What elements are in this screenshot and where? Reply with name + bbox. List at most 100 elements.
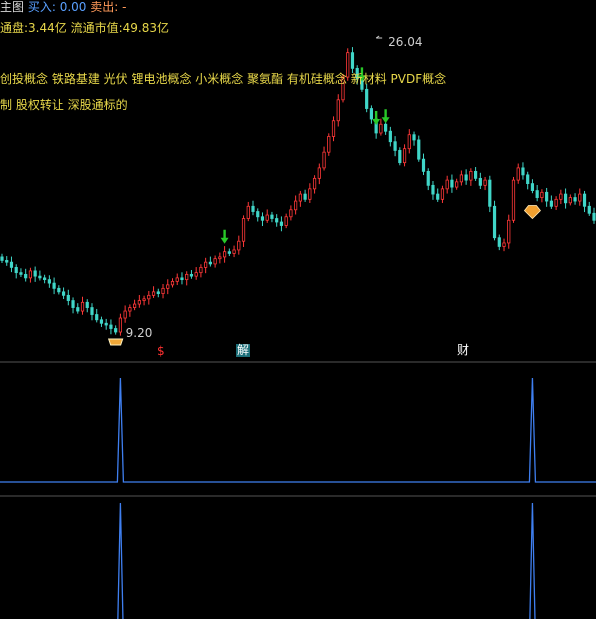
candle-up (185, 273, 189, 281)
candle-down (9, 261, 14, 268)
candle-up (502, 242, 506, 247)
buy-value: 0.00 (59, 0, 87, 14)
chart-title[interactable]: 主图 (0, 0, 24, 14)
candle-down (256, 211, 260, 218)
candle-up (440, 188, 445, 200)
indicator-line-1 (0, 377, 596, 483)
sell-label: 卖出: (90, 0, 119, 14)
candle-up (194, 272, 198, 277)
candle-up (507, 219, 511, 244)
candle-up (246, 205, 250, 219)
candle-up (459, 174, 463, 183)
candle-up (232, 249, 236, 254)
candle-up (161, 287, 165, 294)
candle-up (170, 280, 175, 286)
candle-up (175, 277, 179, 282)
candlestick-series (0, 47, 596, 336)
candle-up (455, 181, 459, 188)
candle-up (147, 294, 151, 300)
candle-up (118, 317, 122, 333)
candle-down (388, 130, 392, 143)
candle-up (199, 267, 203, 274)
candle-up (322, 151, 326, 169)
candle-up (151, 291, 156, 296)
candle-down (592, 212, 596, 221)
candle-down (488, 179, 492, 207)
candle-down (251, 205, 255, 212)
candle-up (294, 200, 298, 211)
candle-down (47, 279, 51, 284)
candle-down (303, 193, 307, 200)
candle-down (71, 300, 75, 308)
candle-down (76, 307, 80, 312)
candle-down (426, 170, 430, 186)
candle-up (331, 120, 336, 137)
candle-down (497, 237, 501, 247)
s-marker[interactable]: $ (156, 345, 166, 358)
concept-tags: 创投概念 铁路基建 光伏 锂电池概念 小米概念 聚氨酯 有机硅概念 新材料 PV… (0, 72, 447, 86)
candle-down (526, 174, 530, 185)
candle-up (469, 170, 473, 181)
candle-down (19, 272, 23, 275)
candle-up (204, 261, 208, 268)
candle-down (61, 291, 66, 296)
candle-down (473, 170, 478, 179)
candle-down (38, 275, 42, 279)
buy-arrow-icon (372, 110, 381, 125)
cai-marker[interactable]: 财 (456, 344, 470, 357)
candle-up (28, 270, 33, 279)
market-cap-info: 通盘:3.44亿 流通市值:49.83亿 (0, 21, 169, 35)
candle-down (535, 190, 539, 198)
candle-down (275, 218, 279, 223)
candle-up (559, 193, 563, 200)
candle-down (521, 167, 525, 176)
candle-down (464, 174, 468, 181)
low-price-label: 9.20 (125, 326, 153, 340)
candle-up (312, 177, 317, 190)
candle-up (407, 134, 411, 150)
candle-down (114, 328, 118, 333)
candle-up (218, 256, 222, 260)
candle-down (180, 277, 184, 281)
candle-down (549, 200, 553, 207)
high-pointer-icon (375, 35, 383, 39)
candle-down (436, 193, 440, 200)
candle-up (284, 216, 288, 226)
candle-up (133, 303, 137, 308)
candle-up (327, 136, 331, 153)
candle-down (587, 205, 591, 214)
chart-canvas (0, 35, 596, 619)
candle-down (0, 256, 4, 261)
candle-down (573, 197, 577, 202)
candle-up (336, 99, 340, 122)
candle-up (568, 197, 572, 204)
candle-down (412, 134, 416, 141)
candle-down (43, 277, 47, 281)
candle-down (369, 108, 374, 120)
candle-up (241, 218, 246, 242)
candle-down (279, 221, 284, 226)
candle-down (384, 123, 388, 132)
candle-down (260, 216, 265, 221)
candle-up (142, 298, 146, 301)
buy-arrow-icon (220, 229, 229, 244)
buy-arrow-icon (381, 109, 390, 124)
candle-up (308, 188, 312, 200)
candle-down (156, 291, 160, 294)
candle-down (5, 260, 9, 263)
candle-down (24, 273, 28, 279)
high-price-label: 26.04 (388, 35, 423, 49)
candle-down (417, 139, 421, 160)
candle-down (421, 158, 426, 172)
candle-down (109, 324, 113, 329)
candle-down (227, 251, 231, 254)
candle-down (90, 307, 94, 315)
candle-up (166, 284, 170, 289)
chart-header: 主图 买入: 0.00 卖出: - (0, 0, 126, 14)
candle-up (379, 123, 383, 134)
jie-marker[interactable]: 解 (236, 344, 251, 357)
candle-up (298, 193, 302, 202)
concept-tags-2: 制 股权转让 深股通标的 (0, 98, 128, 112)
candle-up (554, 198, 558, 207)
candle-down (530, 183, 535, 191)
